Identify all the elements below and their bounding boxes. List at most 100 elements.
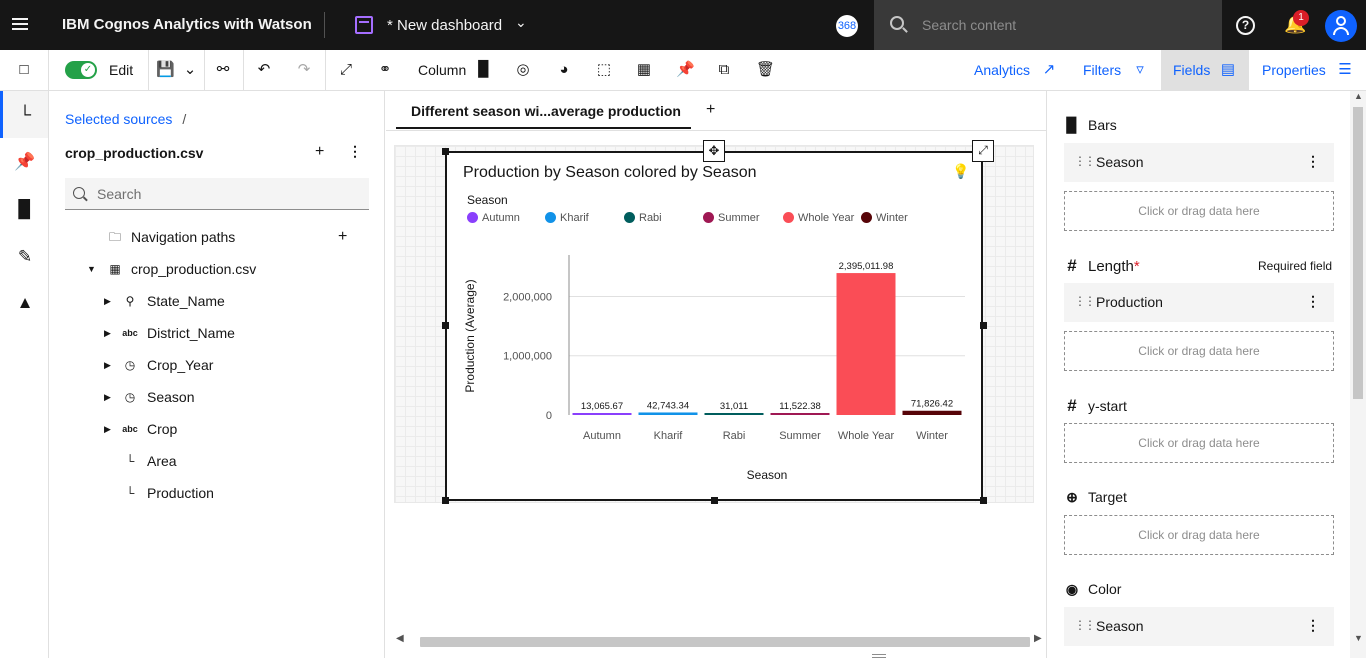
slot-bars-field[interactable]: ⋮⋮ Season ⋮ xyxy=(1064,143,1334,182)
data-sources-icon[interactable]: └ xyxy=(14,104,36,126)
tree-item-season[interactable]: ▶ ◷ Season xyxy=(49,386,369,408)
filters-button[interactable]: Filters xyxy=(1083,50,1121,90)
chevron-down-icon[interactable]: ⌄ xyxy=(515,14,527,31)
bar xyxy=(770,413,830,415)
user-avatar-icon[interactable] xyxy=(1325,10,1357,42)
caret-right-icon[interactable]: ▶ xyxy=(104,354,111,376)
relationships-icon[interactable]: ⚭ xyxy=(377,62,393,78)
tab-active[interactable]: Different season wi...average production xyxy=(396,91,691,129)
analytics-icon[interactable]: ↗ xyxy=(1041,62,1057,78)
canvas-resize-handle[interactable] xyxy=(872,654,886,658)
fields-icon[interactable]: ▤ xyxy=(1220,62,1236,78)
redo-icon[interactable]: ↷ xyxy=(296,62,312,78)
move-icon[interactable]: ✥ xyxy=(703,140,725,162)
drag-grip-icon[interactable]: ⋮⋮ xyxy=(1074,618,1096,632)
scroll-down-icon[interactable]: ▼ xyxy=(1354,633,1363,643)
pin-icon[interactable]: 📌 xyxy=(676,62,695,78)
dashboard-name[interactable]: * New dashboard xyxy=(387,17,502,34)
delete-icon[interactable]: 🗑 xyxy=(756,62,775,78)
bar-chart-icon: ▉ xyxy=(1066,117,1078,133)
bar-chart: 0 1,000,000 2,000,000 13,065.67 Autumn 42,743… xyxy=(463,255,965,482)
drag-grip-icon[interactable]: ⋮⋮ xyxy=(1074,154,1096,168)
tab-label: Different season wi...average production xyxy=(411,103,681,119)
scroll-thumb[interactable] xyxy=(420,637,1030,647)
properties-button[interactable]: Properties xyxy=(1262,50,1326,90)
scroll-left-icon[interactable]: ◀ xyxy=(396,633,404,644)
resize-handle-b[interactable] xyxy=(711,497,718,504)
breadcrumb-separator: / xyxy=(182,111,187,127)
length-drop-zone[interactable]: Click or drag data here xyxy=(1064,331,1334,371)
resize-handle-l[interactable] xyxy=(442,322,449,329)
caret-down-icon[interactable]: ▼ xyxy=(87,258,96,280)
add-navigation-path-icon[interactable]: + xyxy=(338,226,347,248)
bar xyxy=(572,413,632,415)
visualization-type-label[interactable]: Column xyxy=(418,50,466,90)
add-tab-button[interactable]: + xyxy=(706,101,715,119)
location-icon: ⚲ xyxy=(125,294,135,308)
more-options-icon[interactable]: ⋮ xyxy=(1306,153,1320,170)
column-chart-icon[interactable]: ▉ xyxy=(476,62,492,78)
source-search-input[interactable]: Search xyxy=(65,178,369,210)
more-options-icon[interactable]: ⋮ xyxy=(1306,617,1320,634)
comment-icon[interactable]: □ xyxy=(16,62,32,78)
drag-grip-icon[interactable]: ⋮⋮ xyxy=(1074,294,1096,308)
share-icon[interactable]: ⚯ xyxy=(215,62,231,78)
ystart-drop-zone[interactable]: Click or drag data here xyxy=(1064,423,1334,463)
maximize-icon[interactable]: ⤢ xyxy=(972,140,994,162)
scroll-right-icon[interactable]: ▶ xyxy=(1034,633,1042,644)
tree-item-production[interactable]: └ Production xyxy=(49,482,369,504)
help-icon[interactable]: ? xyxy=(1236,16,1255,35)
edit-toggle[interactable] xyxy=(65,61,97,79)
duplicate-icon[interactable]: ⧉ xyxy=(716,62,732,78)
resize-handle-bl[interactable] xyxy=(442,497,449,504)
tree-item-area[interactable]: └ Area xyxy=(49,450,369,472)
expand-icon[interactable]: ⤢ xyxy=(338,62,354,78)
caret-right-icon[interactable]: ▶ xyxy=(104,290,111,312)
properties-icon[interactable]: ☰ xyxy=(1337,62,1353,78)
resize-handle-br[interactable] xyxy=(980,497,987,504)
navigate-icon[interactable]: ◎ xyxy=(515,62,531,78)
slot-length-field[interactable]: ⋮⋮ Production ⋮ xyxy=(1064,283,1334,322)
pin-icon[interactable]: 📌 xyxy=(14,151,36,173)
visualization-widget[interactable]: Production by Season colored by Season 💡… xyxy=(445,151,983,501)
more-options-icon[interactable]: ⋮ xyxy=(348,143,362,160)
filter-icon[interactable]: ▿ xyxy=(1132,62,1148,78)
add-source-icon[interactable]: + xyxy=(315,143,324,161)
assistant-icon[interactable]: ▲ xyxy=(14,292,36,314)
fields-button[interactable]: Fields xyxy=(1173,50,1210,90)
horizontal-scrollbar[interactable]: ◀ ▶ xyxy=(396,633,1042,649)
bars-drop-zone[interactable]: Click or drag data here xyxy=(1064,191,1334,231)
app-badge[interactable]: 368 xyxy=(836,15,858,37)
hamburger-menu-icon[interactable] xyxy=(12,15,32,35)
search-icon xyxy=(890,16,904,30)
caret-right-icon[interactable]: ▶ xyxy=(104,418,111,440)
more-options-icon[interactable]: ⋮ xyxy=(1306,293,1320,310)
scroll-up-icon[interactable]: ▲ xyxy=(1354,91,1363,101)
breadcrumb-selected-sources[interactable]: Selected sources xyxy=(65,111,172,127)
vertical-scrollbar[interactable]: ▲ ▼ xyxy=(1350,91,1366,658)
x-tick-label: Summer xyxy=(779,430,821,442)
table-view-icon[interactable]: ▦ xyxy=(636,62,652,78)
slot-color-field[interactable]: ⋮⋮ Season ⋮ xyxy=(1064,607,1334,646)
visualizations-icon[interactable]: ▉ xyxy=(14,199,36,221)
tree-item-navigation-paths[interactable]: 🗀 Navigation paths + xyxy=(49,226,369,248)
drill-icon[interactable]: ◕ xyxy=(556,62,572,78)
chevron-down-icon[interactable]: ⌄ xyxy=(182,62,198,78)
undo-icon[interactable]: ↶ xyxy=(256,62,272,78)
save-icon[interactable]: 💾 xyxy=(156,62,175,78)
select-area-icon[interactable]: ⬚ xyxy=(596,62,612,78)
caret-right-icon[interactable]: ▶ xyxy=(104,386,111,408)
search-content-input[interactable]: Search content xyxy=(874,0,1222,50)
target-drop-zone[interactable]: Click or drag data here xyxy=(1064,515,1334,555)
scroll-thumb[interactable] xyxy=(1353,107,1363,399)
widgets-icon[interactable]: ✎ xyxy=(14,246,36,268)
tree-item-crop-year[interactable]: ▶ ◷ Crop_Year xyxy=(49,354,369,376)
resize-handle-r[interactable] xyxy=(980,322,987,329)
tree-item-table[interactable]: ▼ ▦ crop_production.csv xyxy=(49,258,369,280)
resize-handle-tl[interactable] xyxy=(442,148,449,155)
analytics-button[interactable]: Analytics xyxy=(974,50,1030,90)
tree-item-state-name[interactable]: ▶ ⚲ State_Name xyxy=(49,290,369,312)
caret-right-icon[interactable]: ▶ xyxy=(104,322,111,344)
tree-item-district-name[interactable]: ▶ abc District_Name xyxy=(49,322,369,344)
tree-item-crop[interactable]: ▶ abc Crop xyxy=(49,418,369,440)
